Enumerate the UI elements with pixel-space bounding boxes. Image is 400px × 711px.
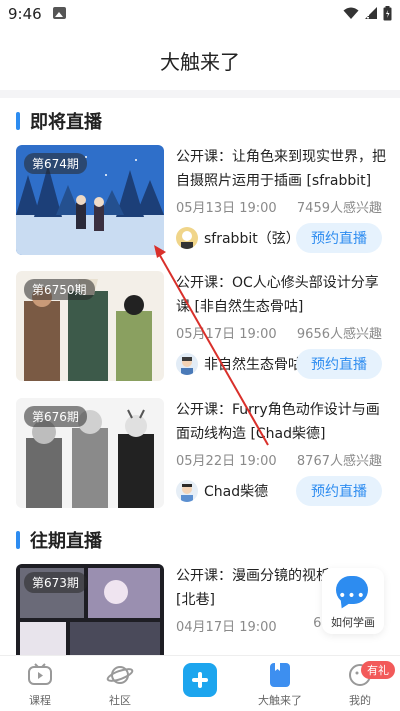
create-plus-button[interactable] <box>183 663 217 697</box>
live-title[interactable]: 公开课：让角色来到现实世界，把自摄照片运用于插画 [sfrabbit] <box>176 145 388 193</box>
issue-badge: 第6750期 <box>24 279 95 300</box>
author[interactable]: Chad柴德 <box>176 480 268 502</box>
issue-badge: 第676期 <box>24 406 87 427</box>
live-thumbnail[interactable]: 第674期 <box>16 145 164 255</box>
section-title: 即将直播 <box>30 112 102 133</box>
section-accent-bar <box>16 112 20 130</box>
status-bar: 9:46 <box>0 0 400 28</box>
issue-badge: 第674期 <box>24 153 87 174</box>
live-title[interactable]: 公开课：OC人心修头部设计分享课 [非自然生态骨咕] <box>176 271 388 319</box>
planet-icon <box>106 666 134 684</box>
live-date: 04月17日 19:00 <box>176 620 277 635</box>
live-card[interactable]: 第6750期 公开课：OC人心修头部设计分享课 [非自然生态骨咕] 05月17日… <box>16 271 388 383</box>
live-thumbnail[interactable]: 第676期 <box>16 398 164 508</box>
status-icons <box>343 6 392 21</box>
battery-icon <box>383 6 392 21</box>
tab-masters-live[interactable]: 大触来了 <box>240 656 320 711</box>
avatar[interactable] <box>176 227 198 249</box>
interest-count: 8767人感兴趣 <box>296 454 382 469</box>
help-label: 如何学画 <box>331 616 375 629</box>
avatar[interactable] <box>176 480 198 502</box>
interest-count: 7459人感兴趣 <box>296 201 382 216</box>
live-card[interactable]: 第674期 公开课：让角色来到现实世界，把自摄照片运用于插画 [sfrabbit… <box>16 145 388 257</box>
author[interactable]: 非自然生态骨咕 <box>176 353 302 375</box>
tab-label: 大触来了 <box>258 694 302 707</box>
tab-course[interactable]: 课程 <box>0 656 80 711</box>
live-card[interactable]: 第676期 公开课：Furry角色动作设计与画面动线构造 [Chad柴德] 05… <box>16 398 388 510</box>
live-thumbnail[interactable]: 第6750期 <box>16 271 164 381</box>
live-date: 05月17日 19:00 <box>176 327 277 342</box>
live-title[interactable]: 公开课：漫画分镜的视析 [北巷] <box>176 564 336 612</box>
tab-label: 社区 <box>109 694 131 707</box>
author[interactable]: sfrabbit（弦） <box>176 227 300 249</box>
issue-badge: 第673期 <box>24 572 87 593</box>
chat-bubble-icon: ••• <box>336 576 368 604</box>
bookmark-card-icon <box>270 663 290 687</box>
gift-badge: 有礼 <box>361 661 395 679</box>
gallery-notification-icon <box>53 7 66 19</box>
reserve-live-button[interactable]: 预约直播 <box>296 349 382 379</box>
section-title: 往期直播 <box>30 531 102 552</box>
tab-label: 我的 <box>349 694 371 707</box>
live-title[interactable]: 公开课：Furry角色动作设计与画面动线构造 [Chad柴德] <box>176 398 388 446</box>
reserve-live-button[interactable]: 预约直播 <box>296 223 382 253</box>
signal-icon <box>365 7 377 19</box>
live-date: 05月22日 19:00 <box>176 454 277 469</box>
author-name[interactable]: sfrabbit（弦） <box>204 228 300 248</box>
header: 大触来了 <box>0 28 400 90</box>
tab-community[interactable]: 社区 <box>80 656 160 711</box>
tv-play-icon <box>28 663 52 685</box>
reserve-live-button[interactable]: 预约直播 <box>296 476 382 506</box>
how-to-draw-float-button[interactable]: ••• 如何学画 <box>322 568 384 634</box>
avatar[interactable] <box>176 353 198 375</box>
author-name[interactable]: Chad柴德 <box>204 481 268 501</box>
tab-label: 课程 <box>29 694 51 707</box>
past-section-header: 往期直播 <box>16 527 102 553</box>
section-accent-bar <box>16 531 20 549</box>
wifi-icon <box>343 7 359 19</box>
header-divider <box>0 90 400 98</box>
upcoming-section-header: 即将直播 <box>16 108 102 134</box>
interest-count: 9656人感兴趣 <box>296 327 382 342</box>
page-title: 大触来了 <box>160 50 240 74</box>
live-date: 05月13日 19:00 <box>176 201 277 216</box>
status-time: 9:46 <box>8 5 42 23</box>
author-name[interactable]: 非自然生态骨咕 <box>204 354 302 374</box>
